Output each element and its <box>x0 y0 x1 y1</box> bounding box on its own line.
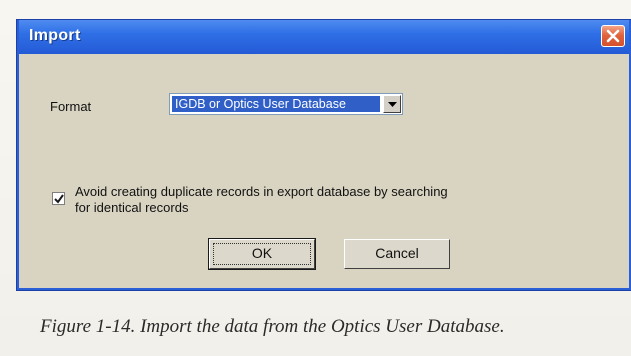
avoid-duplicates-label-line2: for identical records <box>75 200 189 215</box>
format-dropdown-button[interactable] <box>383 95 401 113</box>
avoid-duplicates-checkbox[interactable] <box>52 192 65 205</box>
format-label: Format <box>50 99 92 114</box>
close-icon <box>606 29 620 43</box>
cancel-button-label: Cancel <box>375 245 419 261</box>
close-button[interactable] <box>601 25 625 47</box>
figure-caption: Figure 1-14. Import the data from the Op… <box>40 316 505 337</box>
format-select[interactable]: IGDB or Optics User Database <box>169 93 403 115</box>
cancel-button[interactable]: Cancel <box>344 239 450 269</box>
chevron-down-icon <box>388 102 397 107</box>
avoid-duplicates-label-line1: Avoid creating duplicate records in expo… <box>75 184 448 199</box>
import-dialog: Import Format IGDB or Optics User Databa… <box>17 20 631 290</box>
dialog-titlebar[interactable]: Import <box>19 20 629 54</box>
dialog-title: Import <box>29 27 81 44</box>
ok-button[interactable]: OK <box>208 238 316 270</box>
format-select-value: IGDB or Optics User Database <box>172 96 380 112</box>
checkmark-icon <box>54 194 64 204</box>
ok-button-focus-ring <box>213 243 311 265</box>
avoid-duplicates-label[interactable]: Avoid creating duplicate records in expo… <box>75 184 535 216</box>
